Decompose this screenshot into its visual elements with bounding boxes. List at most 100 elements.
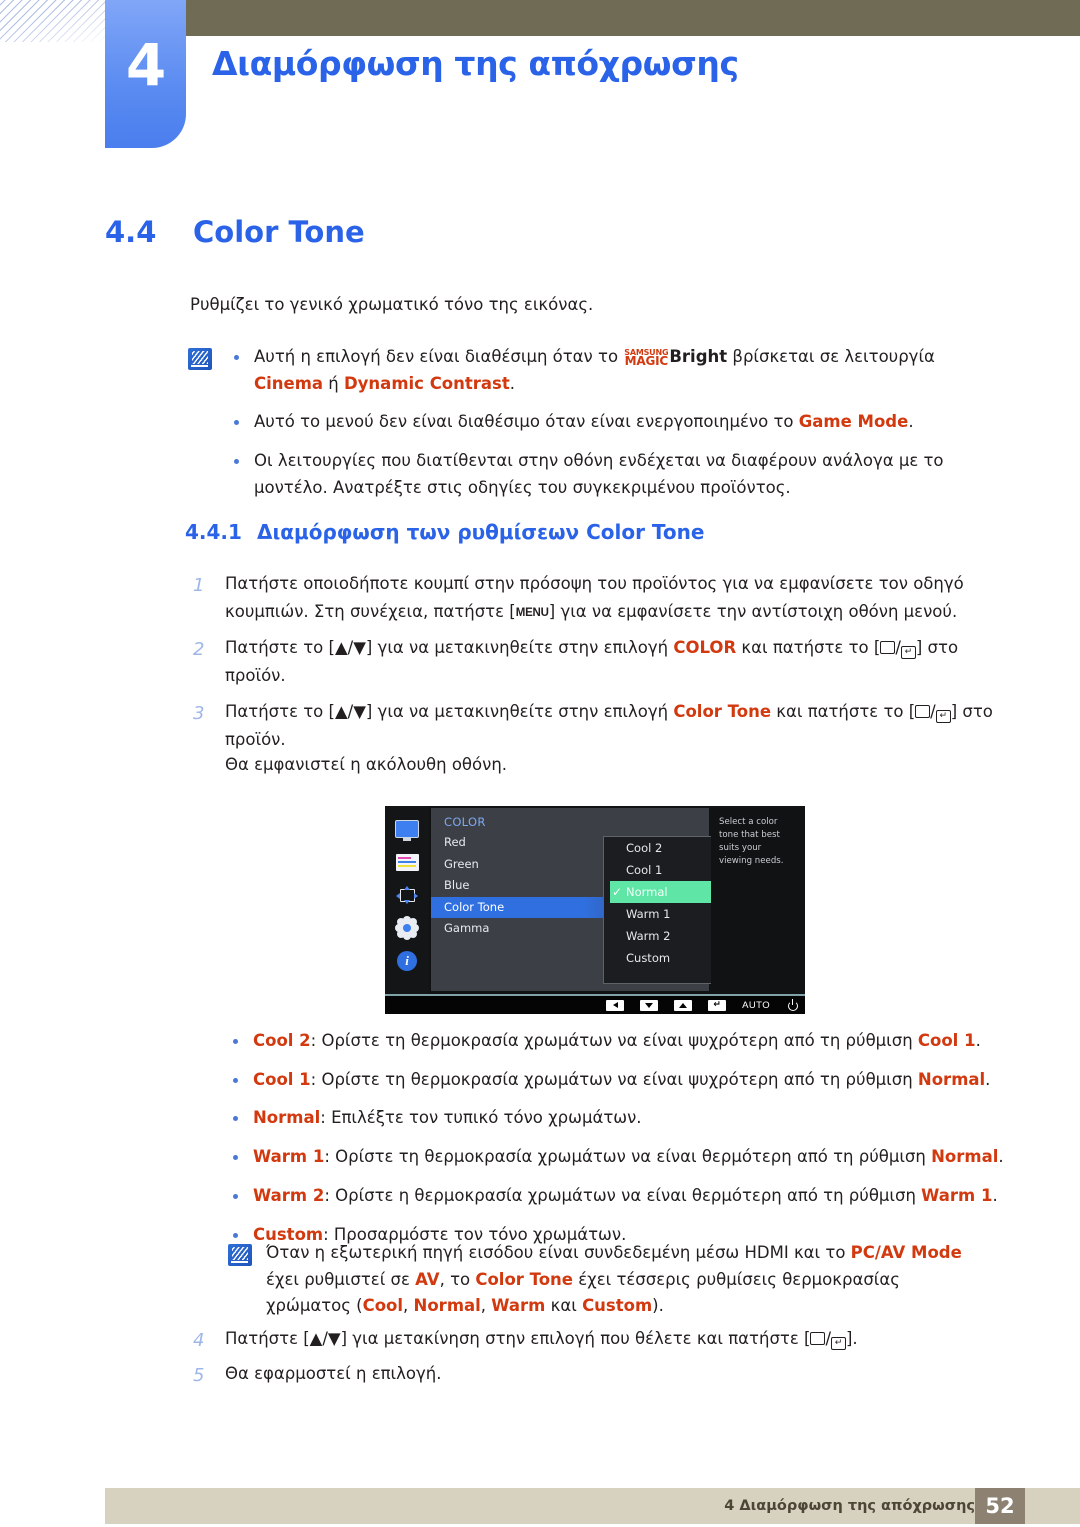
step-item: 5 Θα εφαρμοστεί η επιλογή. (185, 1360, 995, 1388)
bright-term: Bright (669, 347, 728, 366)
step-text-part2: και πατήστε το [ (736, 637, 881, 657)
term-warm-2: Warm 2 (253, 1185, 325, 1205)
osd-option-normal-label: Normal (626, 885, 668, 899)
term-cool-1: Cool 1 (253, 1069, 311, 1089)
term-cool-2: Cool 2 (253, 1031, 311, 1050)
magic-magic-text: MAGIC (624, 354, 669, 368)
osd-category-label: COLOR (444, 815, 486, 829)
header-olive-bar (108, 0, 1080, 36)
chapter-number: 4 (125, 31, 166, 99)
back-arrow-button[interactable] (606, 999, 625, 1011)
osd-button-bar: ↵ AUTO (385, 996, 805, 1014)
term-cinema: Cinema (254, 373, 324, 393)
enter-button-icon: ↵ (831, 1337, 846, 1350)
size-position-icon[interactable] (394, 884, 420, 906)
note-p1: Όταν η εξωτερική πηγή εισόδου είναι συνδ… (266, 1243, 851, 1262)
bullet-conj: ή (323, 373, 344, 393)
note-icon (188, 348, 212, 370)
desc-text: : Ορίστε τη θερμοκρασία χρωμάτων να είνα… (310, 1069, 918, 1089)
step-item: 2 Πατήστε το [▲/▼] για να μετακινηθείτε … (185, 634, 995, 691)
section-intro: Ρυθμίζει το γενικό χρωματικό τόνο της ει… (190, 295, 594, 314)
note-p7: και (545, 1296, 583, 1316)
bullet-text-pre: Αυτή η επιλογή δεν είναι διαθέσιμη όταν … (254, 347, 624, 366)
note-bottom-text: Όταν η εξωτερική πηγή εισόδου είναι συνδ… (266, 1240, 988, 1320)
desc-text: : Ορίστε η θερμοκρασία χρωμάτων να είναι… (324, 1185, 922, 1205)
menu-keycap: MENU (515, 607, 549, 620)
chapter-title: Διαμόρφωση της απόχρωσης (212, 44, 739, 83)
setup-gear-icon[interactable] (394, 917, 420, 939)
enter-button[interactable]: ↵ (708, 999, 727, 1011)
term-ref-normal: Normal (931, 1147, 999, 1167)
term-pc-av-mode: PC/AV Mode (850, 1243, 962, 1262)
bullet-text-post: . (509, 373, 515, 393)
note-bullet-item: Αυτό το μενού δεν είναι διαθέσιμο όταν ε… (226, 409, 988, 436)
enter-button-icon: ↵ (935, 709, 951, 723)
osd-sidebar: i (385, 806, 429, 994)
source-button-icon (810, 1332, 826, 1345)
section-number: 4.4 (105, 215, 157, 249)
power-button[interactable] (787, 999, 799, 1011)
bullet-text-pre: Αυτό το μενού δεν είναι διαθέσιμο όταν ε… (254, 412, 799, 432)
subsection-number: 4.4.1 (185, 520, 242, 544)
bullet-text-pre: Οι λειτουργίες που διατίθενται στην οθόν… (254, 451, 944, 497)
step-text-part2: ]. (846, 1329, 858, 1348)
monitor-icon[interactable] (394, 818, 420, 841)
term-normal: Normal (253, 1108, 321, 1128)
osd-screenshot: i COLOR Red Green Blue Color Tone Gamma … (385, 806, 805, 1014)
step-text-part1: Πατήστε το [▲/▼] για να μετακινηθείτε στ… (225, 637, 674, 657)
desc-end: . (985, 1069, 991, 1089)
desc-text: : Ορίστε τη θερμοκρασία χρωμάτων να είνα… (324, 1147, 932, 1167)
footer-page-number: 52 (975, 1488, 1025, 1524)
subsection-title: Διαμόρφωση των ρυθμίσεων Color Tone (257, 520, 705, 544)
checkmark-icon: ✓ (612, 885, 623, 899)
samsung-magic-logo: SAMSUNG MAGIC (624, 348, 669, 368)
osd-body: i COLOR Red Green Blue Color Tone Gamma … (385, 806, 805, 994)
term-dynamic-contrast: Dynamic Contrast (343, 373, 510, 393)
term-ref-cool-1: Cool 1 (917, 1031, 976, 1050)
footer-text: 4 Διαμόρφωση της απόχρωσης (724, 1498, 975, 1514)
note-bullet-item: Οι λειτουργίες που διατίθενται στην οθόν… (226, 448, 988, 501)
option-descriptions-list: Cool 2: Ορίστε τη θερμοκρασία χρωμάτων ν… (225, 1028, 1015, 1260)
term-custom: Custom (582, 1296, 653, 1316)
step-text-part1: Πατήστε [▲/▼] για μετακίνηση στην επιλογ… (225, 1329, 811, 1348)
enter-button-icon: ↵ (900, 645, 916, 659)
osd-help-text: Select a color tone that best suits your… (711, 808, 803, 991)
osd-menu-panel: COLOR Red Green Blue Color Tone Gamma Co… (431, 808, 755, 991)
auto-button[interactable]: AUTO (742, 1000, 770, 1011)
term-normal: Normal (413, 1296, 481, 1316)
information-icon[interactable]: i (394, 950, 420, 972)
list-item: Normal: Επιλέξτε τον τυπικό τόνο χρωμάτω… (225, 1105, 1015, 1132)
step-number: 4 (193, 1330, 205, 1351)
section-heading: 4.4 Color Tone (105, 215, 365, 249)
note-bullet-list: Αυτή η επιλογή δεν είναι διαθέσιμη όταν … (226, 344, 988, 514)
header-hatch-fade (0, 0, 108, 42)
list-item: Cool 1: Ορίστε τη θερμοκρασία χρωμάτων ν… (225, 1067, 1015, 1094)
desc-end: . (998, 1147, 1004, 1167)
down-arrow-button[interactable] (640, 999, 659, 1011)
step-number: 3 (193, 702, 205, 724)
bullet-text-mid: βρίσκεται σε λειτουργία (727, 347, 935, 366)
desc-end: . (992, 1185, 998, 1205)
note-p5: , (403, 1296, 414, 1316)
desc-text: : Ορίστε τη θερμοκρασία χρωμάτων να είνα… (310, 1031, 918, 1050)
desc-end: . (975, 1031, 981, 1050)
note-block-bottom: Όταν η εξωτερική πηγή εισόδου είναι συνδ… (228, 1240, 988, 1320)
steps-list-bottom: 4 Πατήστε [▲/▼] για μετακίνηση στην επιλ… (185, 1325, 995, 1396)
picture-color-icon[interactable] (394, 851, 420, 873)
step-text-part2: και πατήστε το [ (771, 701, 916, 721)
step-text-part2: ] για να εμφανίσετε την αντίστοιχη οθόνη… (548, 602, 958, 622)
step-text-part1: Θα εφαρμοστεί η επιλογή. (225, 1364, 442, 1384)
desc-text: : Επιλέξτε τον τυπικό τόνο χρωμάτων. (320, 1108, 642, 1128)
step-number: 2 (193, 638, 205, 660)
note-icon (228, 1244, 252, 1266)
term-color-tone: Color Tone (673, 701, 772, 721)
note-bullet-item: Αυτή η επιλογή δεν είναι διαθέσιμη όταν … (226, 344, 988, 397)
up-arrow-button[interactable] (674, 999, 693, 1011)
term-color-tone: Color Tone (475, 1269, 573, 1289)
term-av: AV (415, 1269, 440, 1289)
step-item: 4 Πατήστε [▲/▼] για μετακίνηση στην επιλ… (185, 1325, 995, 1353)
source-button-icon (915, 704, 931, 718)
note-block-top: Αυτή η επιλογή δεν είναι διαθέσιμη όταν … (188, 344, 988, 514)
list-item: Warm 1: Ορίστε τη θερμοκρασία χρωμάτων ν… (225, 1144, 1015, 1171)
bullet-text-post: . (908, 412, 914, 432)
